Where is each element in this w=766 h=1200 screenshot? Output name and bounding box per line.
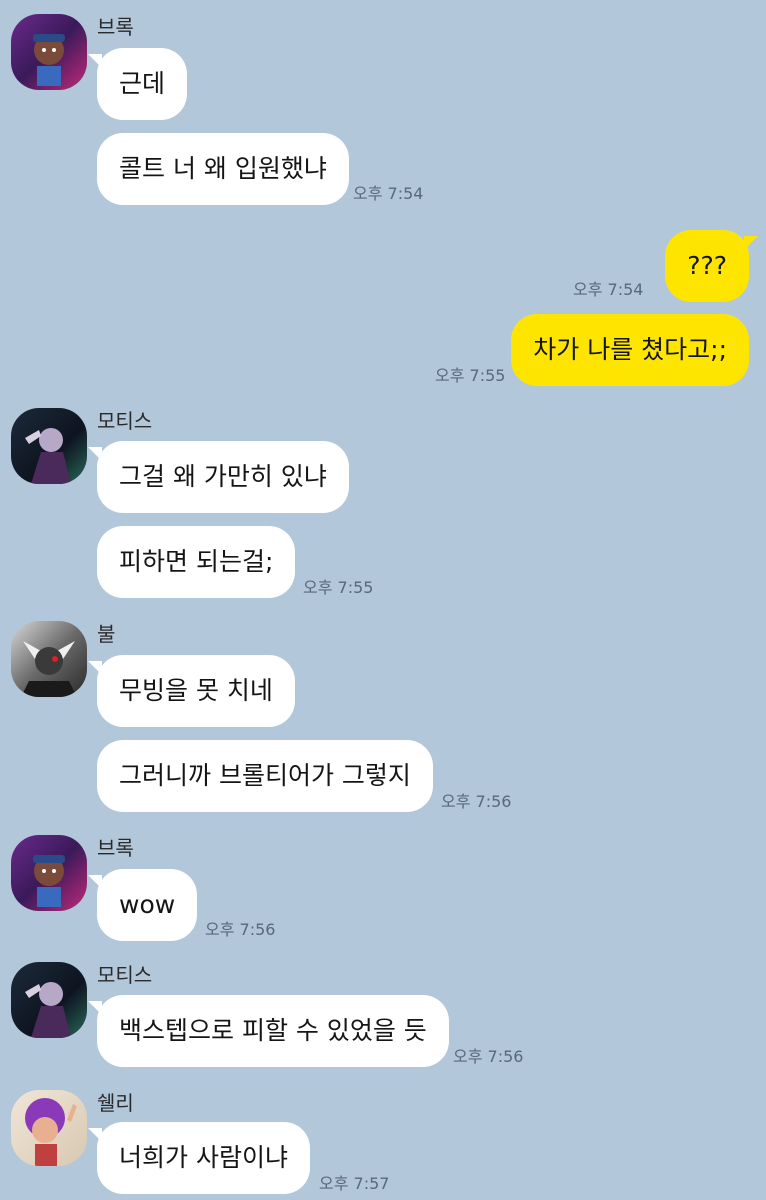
message-bubble[interactable]: 백스텝으로 피할 수 있었을 듯 bbox=[88, 995, 449, 1067]
sender-name: 쉘리 bbox=[97, 1091, 134, 1115]
message-bubble[interactable]: 피하면 되는걸; bbox=[97, 526, 296, 598]
chat-area[interactable]: 브록 근데 콜트 너 왜 입원했냐 오후 7:54 ??? 오후 7:54 차가… bbox=[0, 0, 766, 1200]
message-time: 오후 7:56 bbox=[441, 792, 512, 811]
message-time: 오후 7:57 bbox=[319, 1174, 390, 1193]
bull-avatar-icon[interactable] bbox=[11, 621, 87, 697]
message-time: 오후 7:56 bbox=[205, 920, 276, 939]
brock-avatar-icon[interactable] bbox=[11, 14, 87, 90]
message-time: 오후 7:55 bbox=[303, 578, 374, 597]
message-bubble[interactable]: 그걸 왜 가만히 있냐 bbox=[88, 441, 349, 513]
message-time: 오후 7:55 bbox=[435, 366, 506, 385]
sender-name: 모티스 bbox=[97, 963, 153, 987]
message-bubble[interactable]: wow bbox=[87, 869, 198, 941]
message-time: 오후 7:54 bbox=[353, 184, 424, 203]
mortis-avatar-icon[interactable] bbox=[11, 408, 87, 484]
message-bubble[interactable]: 그러니까 브롤티어가 그렇지 bbox=[97, 740, 433, 812]
sender-name: 브록 bbox=[97, 15, 134, 39]
mortis-avatar-icon[interactable] bbox=[11, 962, 87, 1038]
shelly-avatar-icon[interactable] bbox=[11, 1090, 87, 1166]
brock-avatar-icon[interactable] bbox=[11, 835, 87, 911]
message-bubble[interactable]: 너희가 사람이냐 bbox=[88, 1122, 310, 1194]
my-message-bubble[interactable]: 차가 나를 쳤다고;; bbox=[511, 314, 749, 386]
message-time: 오후 7:56 bbox=[453, 1047, 524, 1066]
sender-name: 모티스 bbox=[97, 409, 153, 433]
message-bubble[interactable]: 근데 bbox=[87, 48, 188, 120]
message-bubble[interactable]: 콜트 너 왜 입원했냐 bbox=[97, 133, 349, 205]
message-bubble[interactable]: 무빙을 못 치네 bbox=[88, 655, 295, 727]
sender-name: 불 bbox=[97, 622, 116, 646]
sender-name: 브록 bbox=[97, 836, 134, 860]
message-time: 오후 7:54 bbox=[573, 280, 644, 299]
my-message-bubble[interactable]: ??? bbox=[665, 230, 758, 302]
